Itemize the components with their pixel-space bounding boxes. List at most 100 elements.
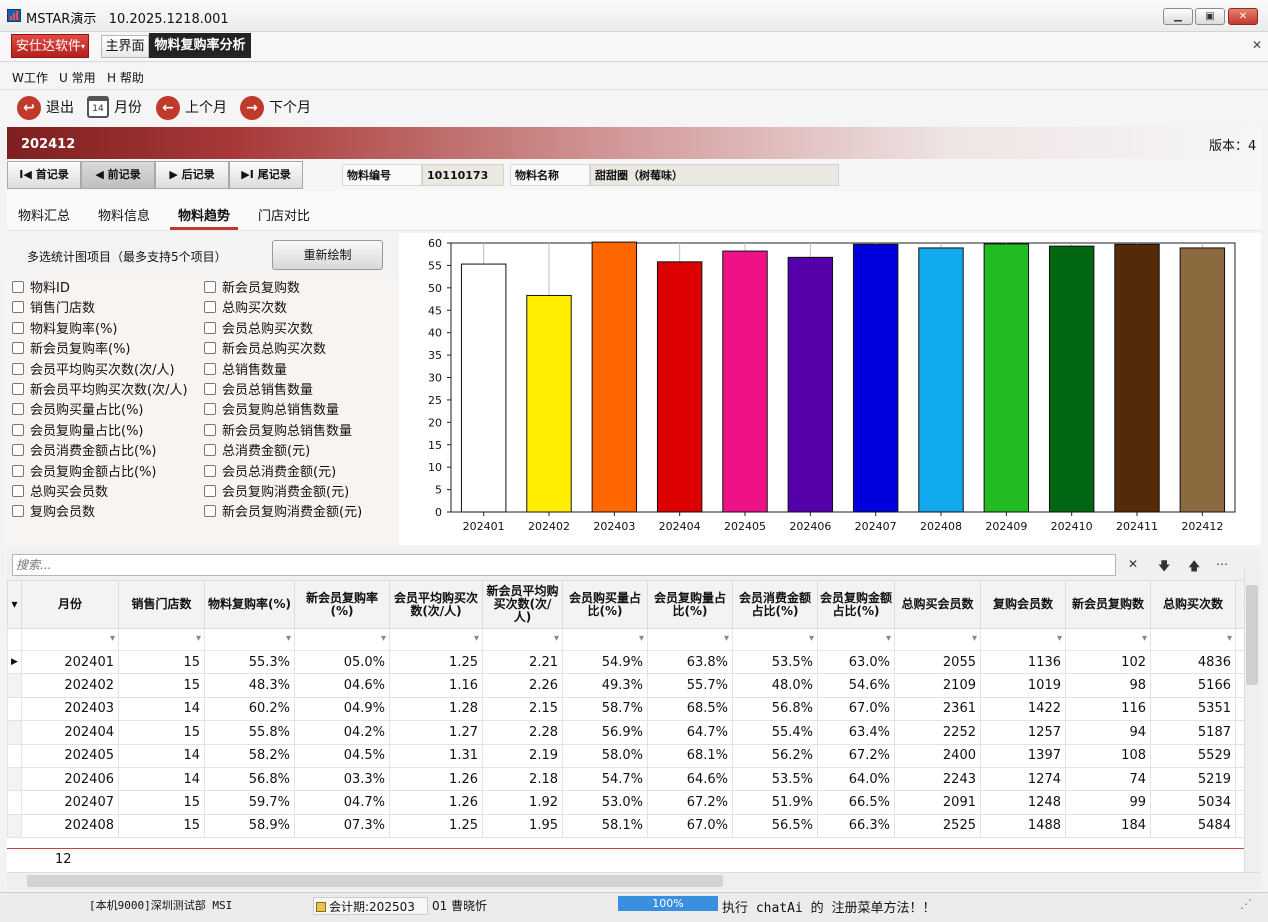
checkbox-item[interactable]: 总消费金额(元) xyxy=(204,443,310,461)
table-row[interactable]: 202408 15 58.9% 07.3% 1.25 1.95 58.1% 67.0% 56.5… xyxy=(7,813,1244,839)
table-cell[interactable]: 68.5% xyxy=(647,696,733,722)
table-cell[interactable]: 2109 xyxy=(894,673,981,698)
checkbox-item[interactable]: 会员平均购买次数(次/人) xyxy=(12,362,175,380)
checkbox-box[interactable] xyxy=(204,301,216,314)
filter-cell[interactable] xyxy=(1065,628,1151,651)
table-cell[interactable]: 04.5% xyxy=(294,743,390,768)
checkbox-item[interactable]: 总购买次数 xyxy=(204,300,287,318)
table-cell[interactable]: 04.6% xyxy=(294,673,390,698)
table-cell[interactable]: 108 xyxy=(1065,743,1151,768)
table-cell[interactable]: 5484 xyxy=(1150,813,1236,839)
table-cell[interactable]: 55.3% xyxy=(204,649,295,675)
table-cell[interactable]: 1.25 xyxy=(389,813,483,839)
table-cell[interactable]: 1.27 xyxy=(389,720,483,745)
checkbox-item[interactable]: 会员复购量占比(%) xyxy=(12,423,144,441)
subtab-summary[interactable]: 物料汇总 xyxy=(18,205,70,224)
checkbox-box[interactable] xyxy=(204,281,216,293)
checkbox-box[interactable] xyxy=(204,342,216,355)
checkbox-item[interactable]: 新会员总购买次数 xyxy=(204,341,326,359)
filter-cell[interactable] xyxy=(732,628,818,651)
subtab-trend[interactable]: 物料趋势 xyxy=(178,205,230,224)
horizontal-scroll-thumb[interactable] xyxy=(27,875,723,887)
checkbox-item[interactable]: 总购买会员数 xyxy=(12,484,108,502)
table-cell[interactable]: 2361 xyxy=(894,696,981,722)
table-cell[interactable] xyxy=(1235,673,1244,698)
table-cell[interactable]: 56.9% xyxy=(562,720,648,745)
checkbox-item[interactable]: 会员复购消费金额(元) xyxy=(204,484,349,502)
table-cell[interactable]: 99 xyxy=(1065,790,1151,815)
checkbox-box[interactable] xyxy=(204,505,216,518)
filter-cell[interactable] xyxy=(562,628,648,651)
table-cell[interactable]: 1.25 xyxy=(389,649,483,675)
table-cell[interactable]: 05.0% xyxy=(294,649,390,675)
table-cell[interactable]: 54.9% xyxy=(562,649,648,675)
table-cell[interactable]: 184 xyxy=(1065,813,1151,839)
table-cell[interactable]: 53.0% xyxy=(562,790,648,815)
table-cell[interactable]: 202401 xyxy=(21,649,119,675)
column-header[interactable]: 新会员平均购买次数(次/人) xyxy=(482,580,563,629)
table-cell[interactable]: 15 xyxy=(118,673,205,698)
tab-repurchase-analysis[interactable]: 物料复购率分析 xyxy=(149,33,251,58)
table-cell[interactable]: 1397 xyxy=(980,743,1066,768)
table-cell[interactable]: 1.28 xyxy=(389,696,483,722)
table-cell[interactable]: 202407 xyxy=(21,790,119,815)
table-cell[interactable]: 67.0% xyxy=(647,813,733,839)
table-cell[interactable]: 04.7% xyxy=(294,790,390,815)
filter-cell[interactable] xyxy=(294,628,390,651)
minimize-button[interactable]: ▁ xyxy=(1163,8,1193,25)
table-cell[interactable]: 67.2% xyxy=(817,743,895,768)
table-cell[interactable]: 1257 xyxy=(980,720,1066,745)
checkbox-box[interactable] xyxy=(204,423,216,436)
table-cell[interactable]: 1019 xyxy=(980,673,1066,698)
close-tab-icon[interactable]: ✕ xyxy=(1252,38,1262,52)
table-cell[interactable]: 202402 xyxy=(21,673,119,698)
table-cell[interactable]: 1.92 xyxy=(482,790,563,815)
table-cell[interactable]: 07.3% xyxy=(294,813,390,839)
filter-cell[interactable] xyxy=(647,628,733,651)
table-cell[interactable]: 5529 xyxy=(1150,743,1236,768)
table-cell[interactable]: 63.4% xyxy=(817,720,895,745)
table-row[interactable]: 202402 15 48.3% 04.6% 1.16 2.26 49.3% 55.7% 48.0… xyxy=(7,673,1244,698)
checkbox-item[interactable]: 会员购买量占比(%) xyxy=(12,402,144,420)
filter-cell[interactable] xyxy=(1235,628,1244,651)
tab-home[interactable]: 主界面 xyxy=(101,35,149,58)
close-button[interactable]: ✕ xyxy=(1228,8,1258,25)
exit-button[interactable]: ↩ 退出 xyxy=(17,96,74,120)
table-row[interactable]: 202405 14 58.2% 04.5% 1.31 2.19 58.0% 68.1% 56.2… xyxy=(7,743,1244,768)
table-cell[interactable]: 04.9% xyxy=(294,696,390,722)
table-cell[interactable]: 1.26 xyxy=(389,790,483,815)
checkbox-item[interactable]: 会员复购金额占比(%) xyxy=(12,464,157,482)
table-cell[interactable]: 66.5% xyxy=(817,790,895,815)
table-cell[interactable]: 14 xyxy=(118,766,205,792)
filter-cell[interactable] xyxy=(1150,628,1236,651)
table-cell[interactable]: 202406 xyxy=(21,766,119,792)
material-code-field[interactable]: 10110173 xyxy=(422,164,504,186)
table-cell[interactable]: 1422 xyxy=(980,696,1066,722)
checkbox-item[interactable]: 新会员复购消费金额(元) xyxy=(204,504,362,522)
filter-cell[interactable] xyxy=(204,628,295,651)
column-header[interactable]: 会员购买量占比(%) xyxy=(562,580,648,629)
table-cell[interactable] xyxy=(1235,743,1244,768)
checkbox-box[interactable] xyxy=(12,505,24,518)
clear-search-icon[interactable]: ✕ xyxy=(1128,557,1138,571)
filter-cell[interactable] xyxy=(980,628,1066,651)
table-cell[interactable]: 15 xyxy=(118,790,205,815)
table-cell[interactable]: 58.2% xyxy=(204,743,295,768)
checkbox-box[interactable] xyxy=(12,403,24,416)
table-cell[interactable]: 202404 xyxy=(21,720,119,745)
table-cell[interactable]: 63.0% xyxy=(817,649,895,675)
table-cell[interactable]: 56.2% xyxy=(732,743,818,768)
checkbox-box[interactable] xyxy=(12,383,24,395)
column-header[interactable]: 会员消费金额占比(%) xyxy=(732,580,818,629)
subtab-store-compare[interactable]: 门店对比 xyxy=(258,205,310,224)
table-cell[interactable]: 58.0% xyxy=(562,743,648,768)
table-cell[interactable]: 64.0% xyxy=(817,766,895,792)
column-header[interactable]: 月份 xyxy=(21,580,119,629)
table-row[interactable]: ▶ 202401 15 55.3% 05.0% 1.25 2.21 54.9% 63.8% 53.… xyxy=(7,649,1244,675)
checkbox-box[interactable] xyxy=(12,321,24,334)
table-cell[interactable]: 67.0% xyxy=(817,696,895,722)
column-header[interactable]: 销售门店数 xyxy=(118,580,205,629)
table-cell[interactable]: 94 xyxy=(1065,720,1151,745)
subtab-info[interactable]: 物料信息 xyxy=(98,205,150,224)
table-cell[interactable]: 68.1% xyxy=(647,743,733,768)
